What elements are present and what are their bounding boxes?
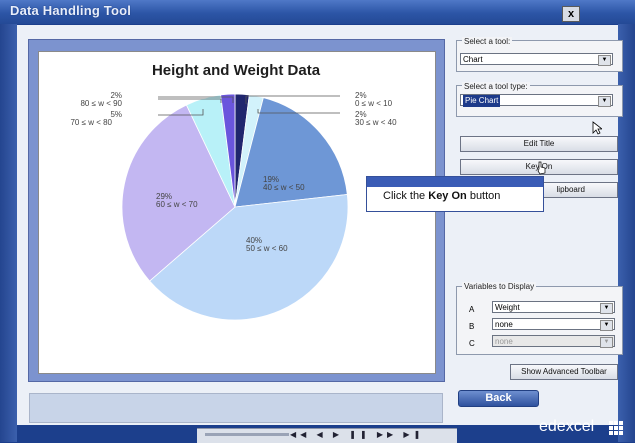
slice-label-0-10-cat: 0 ≤ w < 10 bbox=[355, 99, 393, 108]
slice-label-40-50-cat: 40 ≤ w < 50 bbox=[263, 183, 305, 192]
variable-a-select[interactable]: Weight ▼ bbox=[492, 301, 615, 314]
chevron-down-icon: ▼ bbox=[600, 337, 613, 348]
chevron-down-icon[interactable]: ▼ bbox=[600, 303, 613, 314]
title-bar: Data Handling Tool x bbox=[0, 0, 635, 24]
variable-c-value: none bbox=[495, 337, 513, 346]
hand-pointer-icon bbox=[537, 161, 546, 175]
variable-a-letter: A bbox=[469, 305, 475, 314]
tool-select[interactable]: Chart ▼ bbox=[460, 53, 613, 66]
window-title: Data Handling Tool bbox=[10, 3, 132, 18]
tool-type-select-value: Pie Chart bbox=[463, 95, 501, 107]
variable-b-select[interactable]: none ▼ bbox=[492, 318, 615, 331]
slice-label-70-80-cat: 70 ≤ w < 80 bbox=[70, 118, 112, 127]
chevron-down-icon[interactable]: ▼ bbox=[600, 320, 613, 331]
status-bar bbox=[29, 393, 443, 423]
tool-select-value: Chart bbox=[463, 55, 483, 64]
chevron-down-icon[interactable]: ▼ bbox=[598, 96, 611, 107]
edexcel-logo: edexcel bbox=[539, 418, 595, 435]
instruction-tooltip: Click the Key On button bbox=[366, 176, 544, 212]
chevron-down-icon[interactable]: ▼ bbox=[598, 55, 611, 66]
slice-label-30-40-cat: 30 ≤ w < 40 bbox=[355, 118, 397, 127]
tool-type-select[interactable]: Pie Chart ▼ bbox=[460, 94, 613, 107]
tooltip-text: Click the Key On button bbox=[383, 190, 500, 202]
slice-label-50-60-cat: 50 ≤ w < 60 bbox=[246, 244, 288, 253]
left-frame bbox=[0, 24, 17, 442]
close-button[interactable]: x bbox=[562, 6, 580, 22]
variable-b-letter: B bbox=[469, 322, 475, 331]
variable-a-value: Weight bbox=[495, 303, 520, 312]
edit-title-button[interactable]: Edit Title bbox=[460, 136, 618, 152]
slice-label-60-70-cat: 60 ≤ w < 70 bbox=[156, 200, 198, 209]
back-button[interactable]: Back bbox=[458, 390, 539, 407]
variable-b-value: none bbox=[495, 320, 513, 329]
media-progress-track[interactable] bbox=[205, 433, 289, 436]
mouse-pointer-icon bbox=[592, 121, 602, 135]
tool-label: Select a tool: bbox=[462, 37, 513, 46]
variables-label: Variables to Display bbox=[462, 282, 537, 291]
show-advanced-toolbar-button[interactable]: Show Advanced Toolbar bbox=[510, 364, 618, 380]
tooltip-text-pre: Click the bbox=[383, 190, 429, 202]
variable-c-letter: C bbox=[469, 339, 475, 348]
media-controls[interactable]: ◀◀ ◀ ▶ ❚❚ ▶▶ ▶❚ bbox=[290, 430, 424, 439]
variable-c-select: none ▼ bbox=[492, 335, 615, 348]
tooltip-text-post: button bbox=[466, 190, 501, 202]
tooltip-header bbox=[367, 177, 543, 187]
slice-label-80-90-cat: 80 ≤ w < 90 bbox=[80, 99, 122, 108]
logo-grid-icon bbox=[609, 421, 623, 435]
tool-type-label: Select a tool type: bbox=[462, 82, 530, 91]
tooltip-text-bold: Key On bbox=[428, 190, 467, 202]
